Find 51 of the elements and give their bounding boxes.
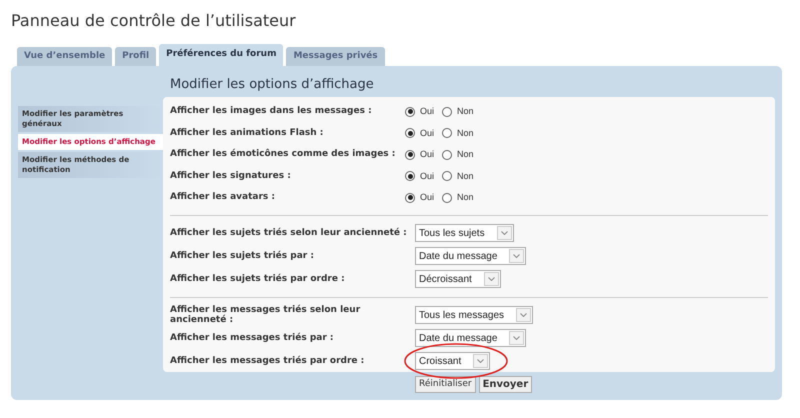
radio-label: Non bbox=[457, 191, 474, 204]
radio-label: Non bbox=[457, 105, 474, 118]
caret-icon bbox=[484, 272, 499, 286]
dropdown[interactable]: Tous les messages bbox=[415, 306, 534, 324]
page-title: Panneau de contrôle de l’utilisateur bbox=[10, 10, 297, 32]
radio-button[interactable] bbox=[405, 192, 415, 203]
dropdown[interactable]: Décroissant bbox=[415, 270, 501, 288]
radio-button[interactable] bbox=[442, 150, 452, 160]
radio-label: Non bbox=[457, 126, 474, 140]
option-label: Afficher les sujets triés par ordre : bbox=[170, 274, 346, 284]
tab[interactable]: Préférences du forum bbox=[159, 44, 284, 66]
option-label: Afficher les sujets triés par : bbox=[170, 251, 315, 261]
caret-icon bbox=[509, 331, 524, 345]
radio-label: Oui bbox=[420, 105, 434, 118]
radio-button[interactable] bbox=[442, 192, 452, 203]
tab[interactable]: Vue d’ensemble bbox=[17, 47, 112, 66]
option-label: Afficher les messages triés par : bbox=[170, 333, 335, 343]
section-heading: Modifier les options d’affichage bbox=[169, 76, 375, 94]
option-label: Afficher les messages triés par ordre : bbox=[170, 356, 366, 366]
dropdown[interactable]: Tous les sujets bbox=[415, 224, 514, 242]
radio-button[interactable] bbox=[442, 106, 452, 117]
radio-button[interactable] bbox=[442, 171, 452, 182]
reset-button[interactable]: Réinitialiser bbox=[415, 376, 476, 393]
caret-icon bbox=[473, 354, 488, 368]
radio-button[interactable] bbox=[405, 128, 415, 138]
caret-icon bbox=[516, 308, 532, 322]
option-label: Afficher les avatars : bbox=[170, 191, 276, 204]
option-label: Afficher les émoticônes comme des images : bbox=[170, 148, 396, 161]
option-label: Afficher les animations Flash : bbox=[170, 126, 324, 140]
radio-button[interactable] bbox=[405, 171, 415, 182]
dropdown[interactable]: Croissant bbox=[415, 352, 490, 370]
radio-label: Non bbox=[457, 148, 474, 161]
radio-label: Oui bbox=[420, 126, 434, 140]
radio-button[interactable] bbox=[405, 150, 415, 160]
option-label: Afficher les sujets triés selon leur ancienneté : bbox=[170, 228, 408, 238]
option-label: Afficher les signatures : bbox=[170, 170, 292, 182]
submit-button[interactable]: Envoyer bbox=[478, 376, 532, 393]
option-label: Afficher les messages triés selon leur ancienneté : bbox=[170, 305, 362, 325]
radio-label: Oui bbox=[420, 148, 434, 161]
option-label: Afficher les images dans les messages : bbox=[170, 105, 373, 118]
radio-button[interactable] bbox=[405, 106, 415, 117]
caret-icon bbox=[509, 249, 524, 263]
caret-icon bbox=[496, 226, 512, 240]
tab[interactable]: Messages privés bbox=[286, 47, 385, 66]
radio-label: Oui bbox=[420, 191, 434, 204]
radio-button[interactable] bbox=[442, 128, 452, 138]
radio-label: Non bbox=[457, 170, 474, 182]
tab[interactable]: Profil bbox=[115, 47, 156, 66]
radio-label: Oui bbox=[420, 170, 434, 182]
dropdown[interactable]: Date du message bbox=[415, 247, 526, 265]
dropdown[interactable]: Date du message bbox=[415, 329, 526, 347]
